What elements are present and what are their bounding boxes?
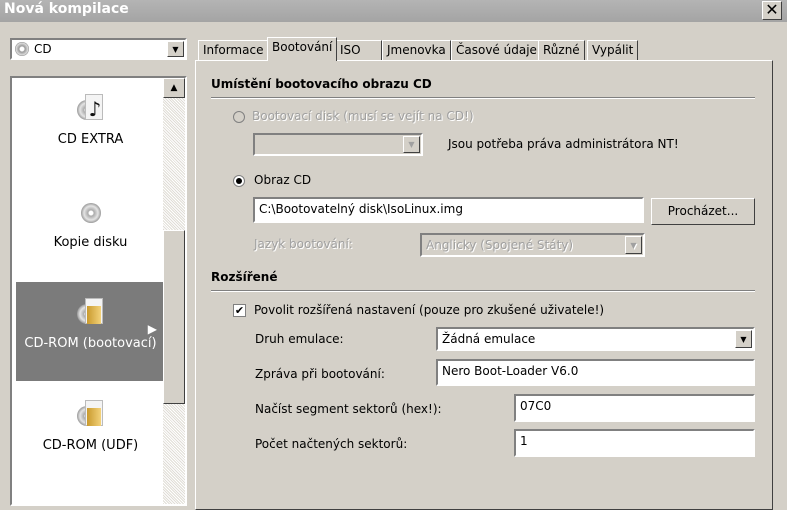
advanced-checkbox[interactable]: ✔ (233, 304, 246, 317)
boot-message-input[interactable]: Nero Boot-Loader V6.0 (436, 359, 755, 386)
tab-iso[interactable]: ISO (335, 40, 382, 61)
admin-note: Jsou potřeba práva administrátora NT! (448, 137, 679, 151)
disc-type-select[interactable]: CD ▼ (10, 38, 187, 60)
chevron-down-icon[interactable]: ▼ (735, 330, 752, 348)
boot-message-label: Zpráva při bootování: (255, 367, 385, 381)
item-label: CD-ROM (bootovací) (24, 336, 157, 351)
chevron-down-icon[interactable]: ▼ (625, 236, 642, 254)
list-item-cd-rom-boot[interactable]: CD-ROM (bootovací) ▶ (16, 282, 165, 381)
emulation-select[interactable]: Žádná emulace ▼ (436, 327, 755, 351)
window-title: Nová kompilace (4, 1, 129, 17)
image-label: Obraz CD (254, 173, 312, 187)
close-button[interactable]: ✕ (762, 1, 782, 20)
cd-rom-boot-icon (76, 298, 105, 328)
tab-jmenovka[interactable]: Jmenovka (382, 40, 451, 61)
sector-count-input[interactable]: 1 (514, 429, 755, 457)
item-label: CD-ROM (UDF) (42, 438, 139, 453)
sector-count-label: Počet načtených sektorů: (255, 437, 408, 451)
image-path-input[interactable]: C:\Bootovatelný disk\IsoLinux.img (253, 197, 644, 223)
item-label: CD EXTRA (57, 132, 124, 147)
emulation-label: Druh emulace: (255, 332, 344, 346)
list-item-cd-rom-udf[interactable]: CD-ROM (UDF) (16, 384, 165, 483)
list-item-cd-extra[interactable]: ♪ CD EXTRA (16, 78, 165, 177)
tab-casove-udaje[interactable]: Časové údaje (451, 40, 542, 61)
load-segment-input[interactable]: 07C0 (514, 394, 755, 422)
chevron-down-icon[interactable]: ▼ (167, 41, 184, 57)
load-segment-label: Načíst segment sektorů (hex!): (255, 402, 442, 416)
boot-disk-radio[interactable] (233, 111, 245, 123)
advanced-label: Povolit rozšířená nastavení (pouze pro z… (254, 303, 605, 317)
boot-disk-select[interactable]: ▼ (253, 133, 423, 156)
title-bar: Nová kompilace (0, 0, 787, 22)
selection-arrow-icon: ▶ (147, 322, 157, 336)
tab-vypalit[interactable]: Vypálit (587, 40, 639, 61)
section-advanced: Rozšířené (211, 270, 278, 284)
item-label: Kopie disku (53, 235, 128, 250)
chevron-down-icon[interactable]: ▼ (403, 136, 420, 153)
disc-type-value: CD (34, 42, 52, 56)
divider (211, 97, 755, 99)
browse-button[interactable]: Procházet... (651, 198, 755, 225)
boot-language-value: Anglicky (Spojené Státy) (426, 238, 574, 252)
emulation-value: Žádná emulace (442, 332, 536, 346)
cd-icon (15, 42, 29, 56)
compilation-type-list[interactable]: ♪ CD EXTRA Kopie disku CD-ROM (bootovací)… (10, 76, 187, 506)
boot-language-label: Jazyk bootování: (254, 237, 353, 251)
disc-copy-icon (77, 197, 105, 227)
scroll-up-arrow-icon[interactable]: ▲ (163, 78, 185, 98)
divider (211, 290, 755, 292)
cd-rom-udf-icon (76, 400, 105, 430)
image-radio[interactable] (233, 175, 245, 187)
scrollbar-thumb[interactable] (163, 230, 185, 404)
boot-disk-label: Bootovací disk (musí se vejít na CD!) (252, 109, 474, 123)
scrollbar[interactable]: ▲ (163, 78, 185, 504)
tab-bootovani[interactable]: Bootování (267, 37, 338, 61)
tab-ruzne[interactable]: Různé (538, 40, 585, 61)
cd-audio-icon: ♪ (76, 94, 105, 124)
boot-language-select[interactable]: Anglicky (Spojené Státy) ▼ (420, 233, 645, 257)
list-item-disc-copy[interactable]: Kopie disku (16, 181, 165, 280)
tab-informace[interactable]: Informace (198, 40, 269, 61)
section-boot-image: Umístění bootovacího obrazu CD (211, 77, 432, 91)
